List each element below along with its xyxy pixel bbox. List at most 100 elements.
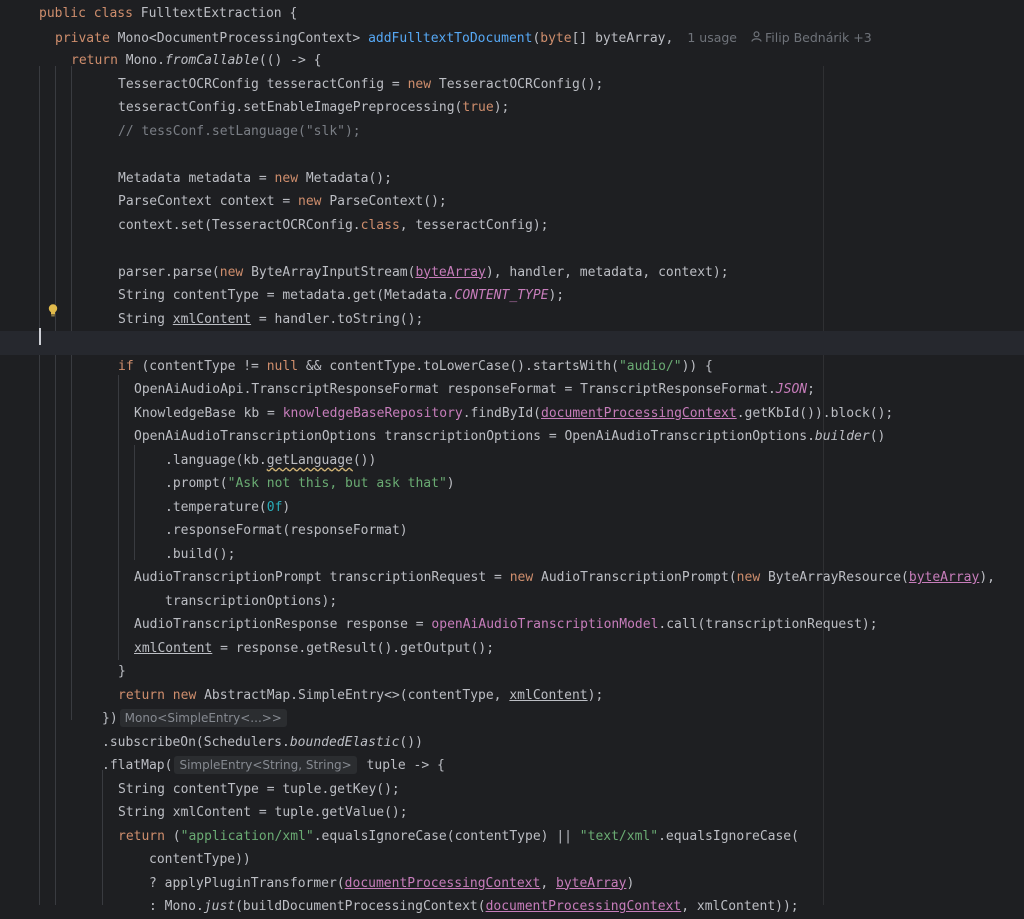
code-line[interactable]: .prompt("Ask not this, but ask that") bbox=[0, 472, 1024, 496]
code-line-text[interactable]: KnowledgeBase kb = knowledgeBaseReposito… bbox=[134, 402, 893, 426]
code-line-text[interactable]: private Mono<DocumentProcessingContext> … bbox=[55, 26, 872, 50]
code-line[interactable]: context.set(TesseractOCRConfig.class, te… bbox=[0, 214, 1024, 238]
type-inlay-hint[interactable]: Mono<SimpleEntry<...>> bbox=[119, 709, 287, 727]
code-token: AudioTranscriptionPrompt( bbox=[541, 570, 737, 585]
code-line-text[interactable]: transcriptionOptions); bbox=[165, 590, 337, 614]
code-token: .flatMap( bbox=[102, 758, 173, 773]
code-line[interactable]: .subscribeOn(Schedulers.boundedElastic()… bbox=[0, 731, 1024, 755]
code-token: ) bbox=[282, 499, 291, 515]
code-line[interactable]: : Mono.just(buildDocumentProcessingConte… bbox=[0, 895, 1024, 919]
code-line-text[interactable]: .flatMap(SimpleEntry<String, String> tup… bbox=[102, 754, 445, 778]
code-token: .prompt( bbox=[165, 476, 228, 491]
code-line-text[interactable]: TesseractOCRConfig tesseractConfig = new… bbox=[118, 73, 603, 97]
lightbulb-icon[interactable] bbox=[48, 304, 58, 317]
code-token: .subscribeOn(Schedulers. bbox=[102, 734, 290, 750]
code-line-text[interactable]: String contentType = metadata.get(Metada… bbox=[118, 284, 564, 308]
code-line-text[interactable]: .temperature(0f) bbox=[165, 496, 290, 520]
authors-link[interactable]: Filip Bednárik +3 bbox=[765, 30, 872, 45]
type-inlay-hint[interactable]: SimpleEntry<String, String> bbox=[174, 756, 357, 774]
code-line-text[interactable]: Metadata metadata = new Metadata(); bbox=[118, 167, 392, 191]
code-line-text[interactable]: OpenAiAudioTranscriptionOptions transcri… bbox=[134, 425, 885, 449]
code-line-text[interactable]: .subscribeOn(Schedulers.boundedElastic()… bbox=[102, 731, 423, 755]
code-token: && contentType.toLowerCase().startsWith( bbox=[305, 358, 619, 374]
code-line-text[interactable]: OpenAiAudioApi.TranscriptResponseFormat … bbox=[134, 378, 815, 402]
code-line-text[interactable]: String contentType = tuple.getKey(); bbox=[118, 778, 400, 802]
code-line[interactable]: ParseContext context = new ParseContext(… bbox=[0, 190, 1024, 214]
code-line[interactable]: }) Mono<SimpleEntry<...>> bbox=[0, 707, 1024, 731]
code-line[interactable]: return ("application/xml".equalsIgnoreCa… bbox=[0, 825, 1024, 849]
code-line-text[interactable]: // tessConf.setLanguage("slk"); bbox=[118, 120, 361, 144]
code-token: documentProcessingContext bbox=[485, 899, 682, 914]
code-line[interactable]: String contentType = metadata.get(Metada… bbox=[0, 284, 1024, 308]
code-token: JSON bbox=[775, 382, 808, 397]
code-line-text[interactable]: contentType)) bbox=[149, 848, 251, 872]
code-line[interactable] bbox=[0, 237, 1024, 261]
code-token: return new bbox=[118, 687, 205, 703]
code-line-text[interactable]: .language(kb.getLanguage()) bbox=[165, 449, 376, 473]
code-line-text[interactable]: if (contentType != null && contentType.t… bbox=[118, 355, 713, 379]
code-line[interactable]: .language(kb.getLanguage()) bbox=[0, 449, 1024, 473]
code-line-text[interactable]: String xmlContent = tuple.getValue(); bbox=[118, 801, 408, 825]
code-line[interactable]: String xmlContent = tuple.getValue(); bbox=[0, 801, 1024, 825]
code-line[interactable]: // tessConf.setLanguage("slk"); bbox=[0, 120, 1024, 144]
code-token: CONTENT_TYPE bbox=[454, 288, 549, 303]
code-line[interactable]: .flatMap(SimpleEntry<String, String> tup… bbox=[0, 754, 1024, 778]
code-line-text[interactable]: }) Mono<SimpleEntry<...>> bbox=[102, 707, 289, 731]
code-token: [] byteArray, bbox=[571, 30, 674, 46]
code-token: new bbox=[736, 570, 768, 585]
code-line-text[interactable]: context.set(TesseractOCRConfig.class, te… bbox=[118, 214, 549, 238]
code-line-text[interactable]: String xmlContent = handler.toString(); bbox=[118, 308, 423, 332]
code-line-text[interactable]: public class FulltextExtraction { bbox=[39, 2, 297, 26]
code-line-text[interactable]: return new AbstractMap.SimpleEntry<>(con… bbox=[118, 684, 603, 708]
code-line-text[interactable]: : Mono.just(buildDocumentProcessingConte… bbox=[149, 895, 799, 919]
code-line[interactable]: String contentType = tuple.getKey(); bbox=[0, 778, 1024, 802]
code-line-text[interactable]: tesseractConfig.setEnableImagePreprocess… bbox=[118, 96, 509, 120]
code-line[interactable]: private Mono<DocumentProcessingContext> … bbox=[0, 26, 1024, 50]
code-line-text[interactable]: AudioTranscriptionResponse response = op… bbox=[134, 613, 878, 637]
code-line[interactable]: Metadata metadata = new Metadata(); bbox=[0, 167, 1024, 191]
code-line[interactable] bbox=[0, 143, 1024, 167]
code-line[interactable]: public class FulltextExtraction { bbox=[0, 2, 1024, 26]
code-line[interactable]: if (contentType != null && contentType.t… bbox=[0, 355, 1024, 379]
code-line[interactable]: xmlContent = response.getResult().getOut… bbox=[0, 637, 1024, 661]
code-line[interactable]: AudioTranscriptionPrompt transcriptionRe… bbox=[0, 566, 1024, 590]
code-line-text[interactable]: .prompt("Ask not this, but ask that") bbox=[165, 472, 455, 496]
code-line[interactable]: parser.parse(new ByteArrayInputStream(by… bbox=[0, 261, 1024, 285]
code-line[interactable]: .temperature(0f) bbox=[0, 496, 1024, 520]
code-line[interactable]: .responseFormat(responseFormat) bbox=[0, 519, 1024, 543]
code-line[interactable]: KnowledgeBase kb = knowledgeBaseReposito… bbox=[0, 402, 1024, 426]
code-line-text[interactable]: .responseFormat(responseFormat) bbox=[165, 519, 408, 543]
code-token: addFulltextToDocument bbox=[368, 30, 533, 46]
code-line[interactable]: return new AbstractMap.SimpleEntry<>(con… bbox=[0, 684, 1024, 708]
code-line[interactable]: OpenAiAudioApi.TranscriptResponseFormat … bbox=[0, 378, 1024, 402]
code-line-text[interactable]: parser.parse(new ByteArrayInputStream(by… bbox=[118, 261, 729, 285]
code-line[interactable]: AudioTranscriptionResponse response = op… bbox=[0, 613, 1024, 637]
code-line[interactable]: tesseractConfig.setEnableImagePreprocess… bbox=[0, 96, 1024, 120]
code-line[interactable]: OpenAiAudioTranscriptionOptions transcri… bbox=[0, 425, 1024, 449]
code-line[interactable] bbox=[0, 331, 1024, 355]
code-line-text[interactable]: xmlContent = response.getResult().getOut… bbox=[134, 637, 494, 661]
code-line-text[interactable]: .build(); bbox=[165, 543, 235, 567]
code-token: getLanguage bbox=[266, 452, 353, 468]
code-line[interactable]: contentType)) bbox=[0, 848, 1024, 872]
code-token: parser.parse( bbox=[118, 264, 220, 280]
code-token: Metadata metadata = bbox=[118, 170, 275, 186]
code-line-text[interactable]: ParseContext context = new ParseContext(… bbox=[118, 190, 447, 214]
usages-link[interactable]: 1 usage bbox=[687, 30, 737, 45]
code-line[interactable]: String xmlContent = handler.toString(); bbox=[0, 308, 1024, 332]
code-line-text[interactable]: } bbox=[118, 660, 126, 684]
code-token: byteArray bbox=[415, 264, 486, 280]
code-line-text[interactable]: return ("application/xml".equalsIgnoreCa… bbox=[118, 825, 799, 849]
code-line-text[interactable]: ? applyPluginTransformer(documentProcess… bbox=[149, 872, 634, 896]
code-line[interactable]: return Mono.fromCallable(() -> { bbox=[0, 49, 1024, 73]
code-line-text[interactable]: AudioTranscriptionPrompt transcriptionRe… bbox=[134, 566, 995, 590]
code-line[interactable]: .build(); bbox=[0, 543, 1024, 567]
code-token: , tesseractConfig); bbox=[399, 217, 549, 233]
code-line[interactable]: } bbox=[0, 660, 1024, 684]
code-line-text[interactable]: return Mono.fromCallable(() -> { bbox=[71, 49, 321, 73]
code-line[interactable]: ? applyPluginTransformer(documentProcess… bbox=[0, 872, 1024, 896]
code-editor[interactable]: public class FulltextExtraction {private… bbox=[0, 0, 1024, 914]
code-line[interactable]: transcriptionOptions); bbox=[0, 590, 1024, 614]
code-line[interactable]: TesseractOCRConfig tesseractConfig = new… bbox=[0, 73, 1024, 97]
code-token: ByteArrayInputStream( bbox=[251, 264, 416, 280]
